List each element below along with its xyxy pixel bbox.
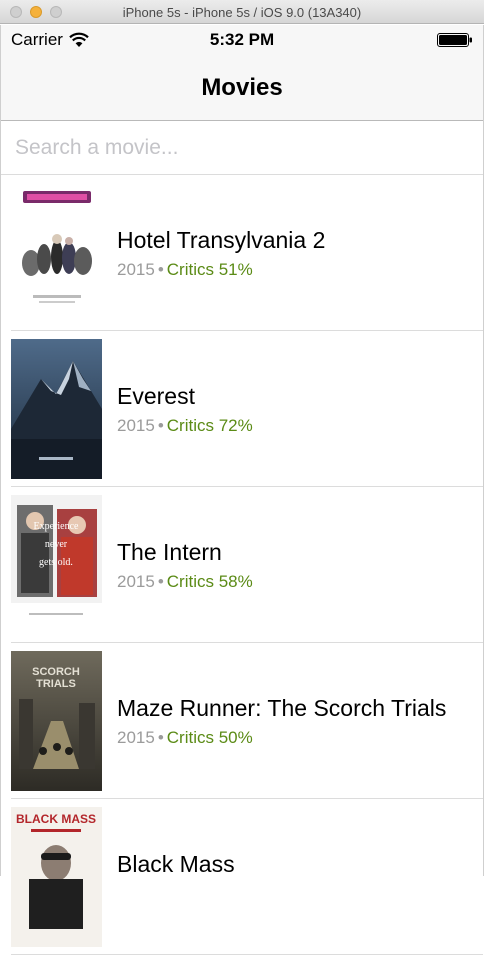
search-bar — [1, 121, 483, 175]
movie-year: 2015 — [117, 728, 155, 747]
movie-title: Maze Runner: The Scorch Trials — [117, 695, 447, 721]
navigation-bar: Carrier 5:32 PM Movies — [1, 25, 483, 121]
battery-icon — [437, 33, 472, 47]
movie-row-maze-runner[interactable]: SCORCH TRIALS Maze Runner: The Scorch Tr… — [1, 643, 483, 799]
meta-separator: • — [157, 728, 164, 747]
search-input[interactable] — [1, 121, 483, 174]
movie-row-everest[interactable]: Everest 2015 • Critics 72% — [1, 331, 483, 487]
hotel-transylvania-poster — [11, 183, 102, 323]
movie-title: The Intern — [117, 539, 222, 565]
meta-separator: • — [157, 416, 164, 435]
movie-year: 2015 — [117, 260, 155, 279]
meta-separator: • — [157, 572, 164, 591]
movie-title: Hotel Transylvania 2 — [117, 227, 326, 253]
everest-poster — [11, 339, 102, 479]
poster-text: SCORCH — [32, 666, 80, 678]
window-title: iPhone 5s - iPhone 5s / iOS 9.0 (13A340) — [122, 5, 362, 20]
poster-text: TRIALS — [36, 678, 76, 690]
movie-title: Everest — [117, 383, 195, 409]
movie-year: 2015 — [117, 416, 155, 435]
movie-title: Black Mass — [117, 851, 235, 877]
status-time: 5:32 PM — [209, 30, 275, 49]
poster-text: Experience — [34, 521, 80, 532]
poster-text: BLACK MASS — [16, 812, 96, 826]
maze-runner-poster: SCORCH TRIALS — [11, 651, 102, 791]
movie-year: 2015 — [117, 572, 155, 591]
movie-row-hotel-transylvania-2[interactable]: Hotel Transylvania 2 2015 • Critics 51% — [1, 175, 483, 331]
critics-score: Critics 51% — [166, 260, 253, 279]
critics-score: Critics 72% — [166, 416, 253, 435]
page-title: Movies — [201, 74, 283, 101]
critics-score: Critics 58% — [166, 572, 253, 591]
device-screen: Carrier 5:32 PM Movies Search a movie...… — [0, 25, 484, 955]
movie-row-black-mass[interactable]: BLACK MASS Black Mass — [1, 799, 483, 955]
simulator-titlebar: iPhone 5s - iPhone 5s / iOS 9.0 (13A340) — [0, 0, 484, 24]
movie-row-the-intern[interactable]: Experience never gets old. The Intern 20… — [1, 487, 483, 643]
movie-meta: 2015 • Critics 58% — [117, 572, 253, 592]
black-mass-poster: BLACK MASS — [11, 807, 102, 947]
meta-separator: • — [157, 260, 164, 279]
movie-list: Hotel Transylvania 2 2015•Critics 51% — [1, 175, 483, 955]
movie-meta — [117, 884, 123, 904]
critics-score: Critics 50% — [166, 728, 253, 747]
movie-meta: 2015 • Critics 72% — [117, 416, 253, 436]
movie-meta: 2015 • Critics 51% — [117, 260, 253, 280]
poster-text: never — [45, 539, 68, 550]
movie-meta: 2015 • Critics 50% — [117, 728, 253, 748]
poster-text: gets old. — [39, 557, 73, 568]
intern-poster: Experience never gets old. — [11, 495, 102, 635]
